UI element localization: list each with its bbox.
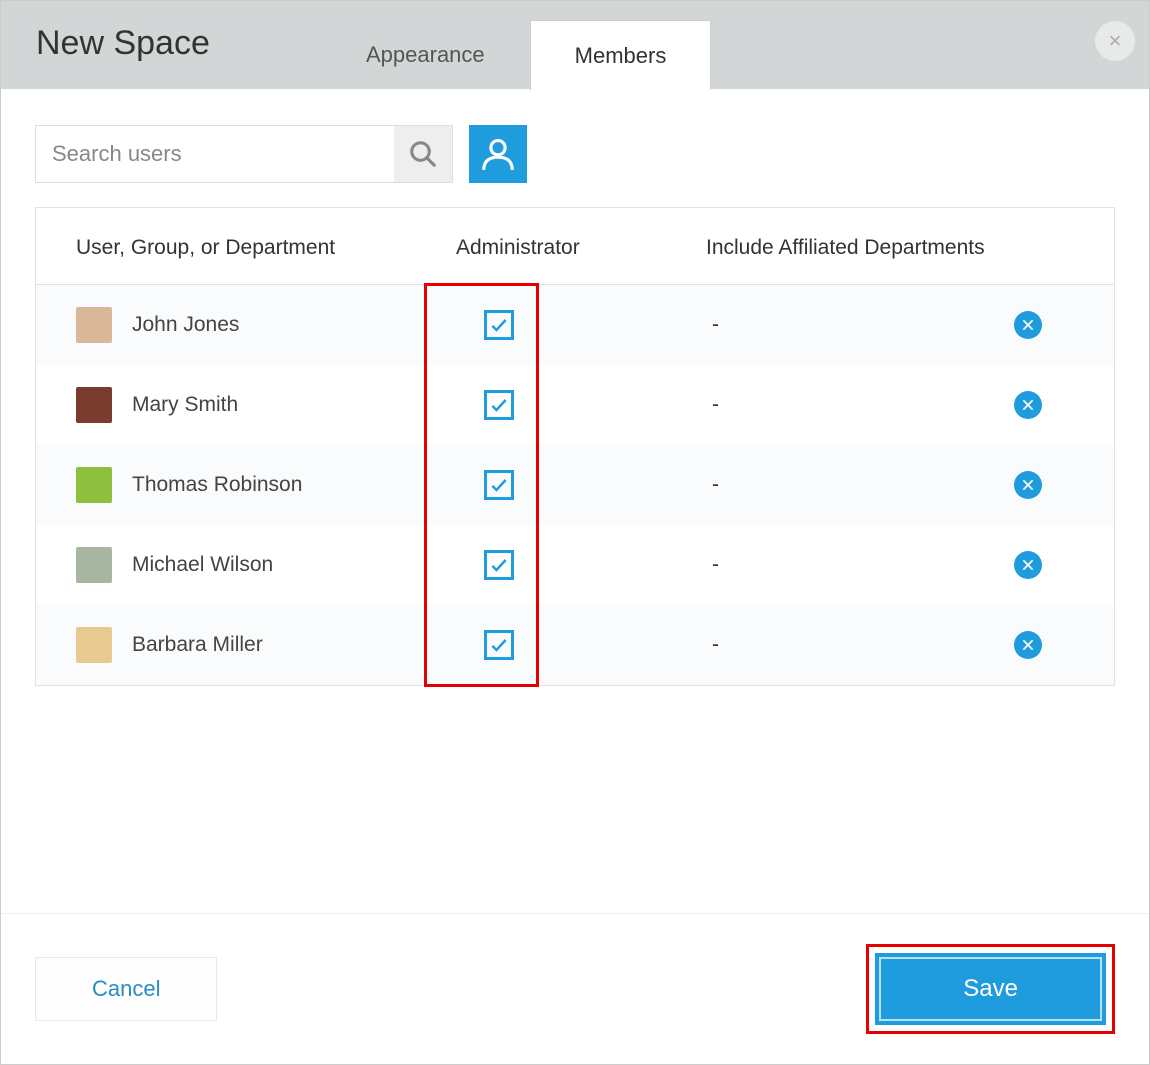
dept-cell: - [706, 633, 1014, 657]
remove-button[interactable] [1014, 391, 1042, 419]
cancel-button[interactable]: Cancel [35, 957, 217, 1021]
remove-cell [1014, 631, 1074, 659]
dialog-footer: Cancel Save [1, 913, 1149, 1064]
dialog-title: New Space [1, 24, 321, 89]
dept-value: - [706, 393, 719, 416]
remove-icon [1021, 638, 1035, 652]
admin-cell [456, 470, 706, 500]
person-icon [479, 135, 517, 173]
tab-members[interactable]: Members [530, 20, 712, 90]
remove-icon [1021, 318, 1035, 332]
highlight-save-button: Save [866, 944, 1115, 1034]
dept-cell: - [706, 473, 1014, 497]
search-input[interactable] [36, 126, 394, 182]
members-table: User, Group, or Department Administrator… [35, 207, 1115, 686]
remove-button[interactable] [1014, 631, 1042, 659]
check-icon [489, 635, 509, 655]
remove-button[interactable] [1014, 311, 1042, 339]
search-wrap [35, 125, 453, 183]
user-cell: Thomas Robinson [76, 467, 456, 503]
user-name: Mary Smith [132, 393, 238, 417]
remove-cell [1014, 311, 1074, 339]
user-name: Michael Wilson [132, 553, 273, 577]
tab-bar: Appearance Members [321, 19, 711, 89]
admin-cell [456, 550, 706, 580]
dialog-content: User, Group, or Department Administrator… [1, 89, 1149, 913]
avatar [76, 467, 112, 503]
admin-cell [456, 630, 706, 660]
user-cell: John Jones [76, 307, 456, 343]
admin-checkbox[interactable] [484, 470, 514, 500]
table-header: User, Group, or Department Administrator… [36, 208, 1114, 285]
remove-icon [1021, 398, 1035, 412]
remove-cell [1014, 471, 1074, 499]
remove-icon [1021, 558, 1035, 572]
check-icon [489, 555, 509, 575]
column-header-remove [1014, 236, 1074, 260]
column-header-dept: Include Affiliated Departments [706, 236, 1014, 260]
table-row: Thomas Robinson - [36, 445, 1114, 525]
user-cell: Michael Wilson [76, 547, 456, 583]
column-header-user: User, Group, or Department [76, 236, 456, 260]
dept-cell: - [706, 313, 1014, 337]
dept-value: - [706, 473, 719, 496]
column-header-admin: Administrator [456, 236, 706, 260]
check-icon [489, 475, 509, 495]
dialog-header: New Space Appearance Members × [1, 1, 1149, 89]
avatar [76, 627, 112, 663]
check-icon [489, 395, 509, 415]
check-icon [489, 315, 509, 335]
admin-cell [456, 310, 706, 340]
table-row: John Jones - [36, 285, 1114, 365]
search-icon [408, 139, 438, 169]
avatar [76, 307, 112, 343]
remove-button[interactable] [1014, 471, 1042, 499]
remove-button[interactable] [1014, 551, 1042, 579]
admin-cell [456, 390, 706, 420]
search-row [35, 125, 1115, 183]
remove-cell [1014, 391, 1074, 419]
user-picker-button[interactable] [469, 125, 527, 183]
save-button[interactable]: Save [875, 953, 1106, 1025]
user-name: Barbara Miller [132, 633, 263, 657]
table-row: Barbara Miller - [36, 605, 1114, 685]
admin-checkbox[interactable] [484, 630, 514, 660]
close-icon: × [1109, 28, 1122, 54]
avatar [76, 547, 112, 583]
remove-cell [1014, 551, 1074, 579]
user-name: Thomas Robinson [132, 473, 302, 497]
remove-icon [1021, 478, 1035, 492]
dept-cell: - [706, 393, 1014, 417]
table-body: John Jones - Mary Smith [36, 285, 1114, 685]
search-button[interactable] [394, 126, 452, 182]
admin-checkbox[interactable] [484, 310, 514, 340]
tab-appearance[interactable]: Appearance [321, 19, 530, 89]
dept-value: - [706, 633, 719, 656]
table-row: Mary Smith - [36, 365, 1114, 445]
admin-checkbox[interactable] [484, 390, 514, 420]
user-cell: Mary Smith [76, 387, 456, 423]
dept-value: - [706, 553, 719, 576]
dept-cell: - [706, 553, 1014, 577]
user-cell: Barbara Miller [76, 627, 456, 663]
user-name: John Jones [132, 313, 239, 337]
avatar [76, 387, 112, 423]
close-button[interactable]: × [1095, 21, 1135, 61]
table-row: Michael Wilson - [36, 525, 1114, 605]
dept-value: - [706, 313, 719, 336]
admin-checkbox[interactable] [484, 550, 514, 580]
